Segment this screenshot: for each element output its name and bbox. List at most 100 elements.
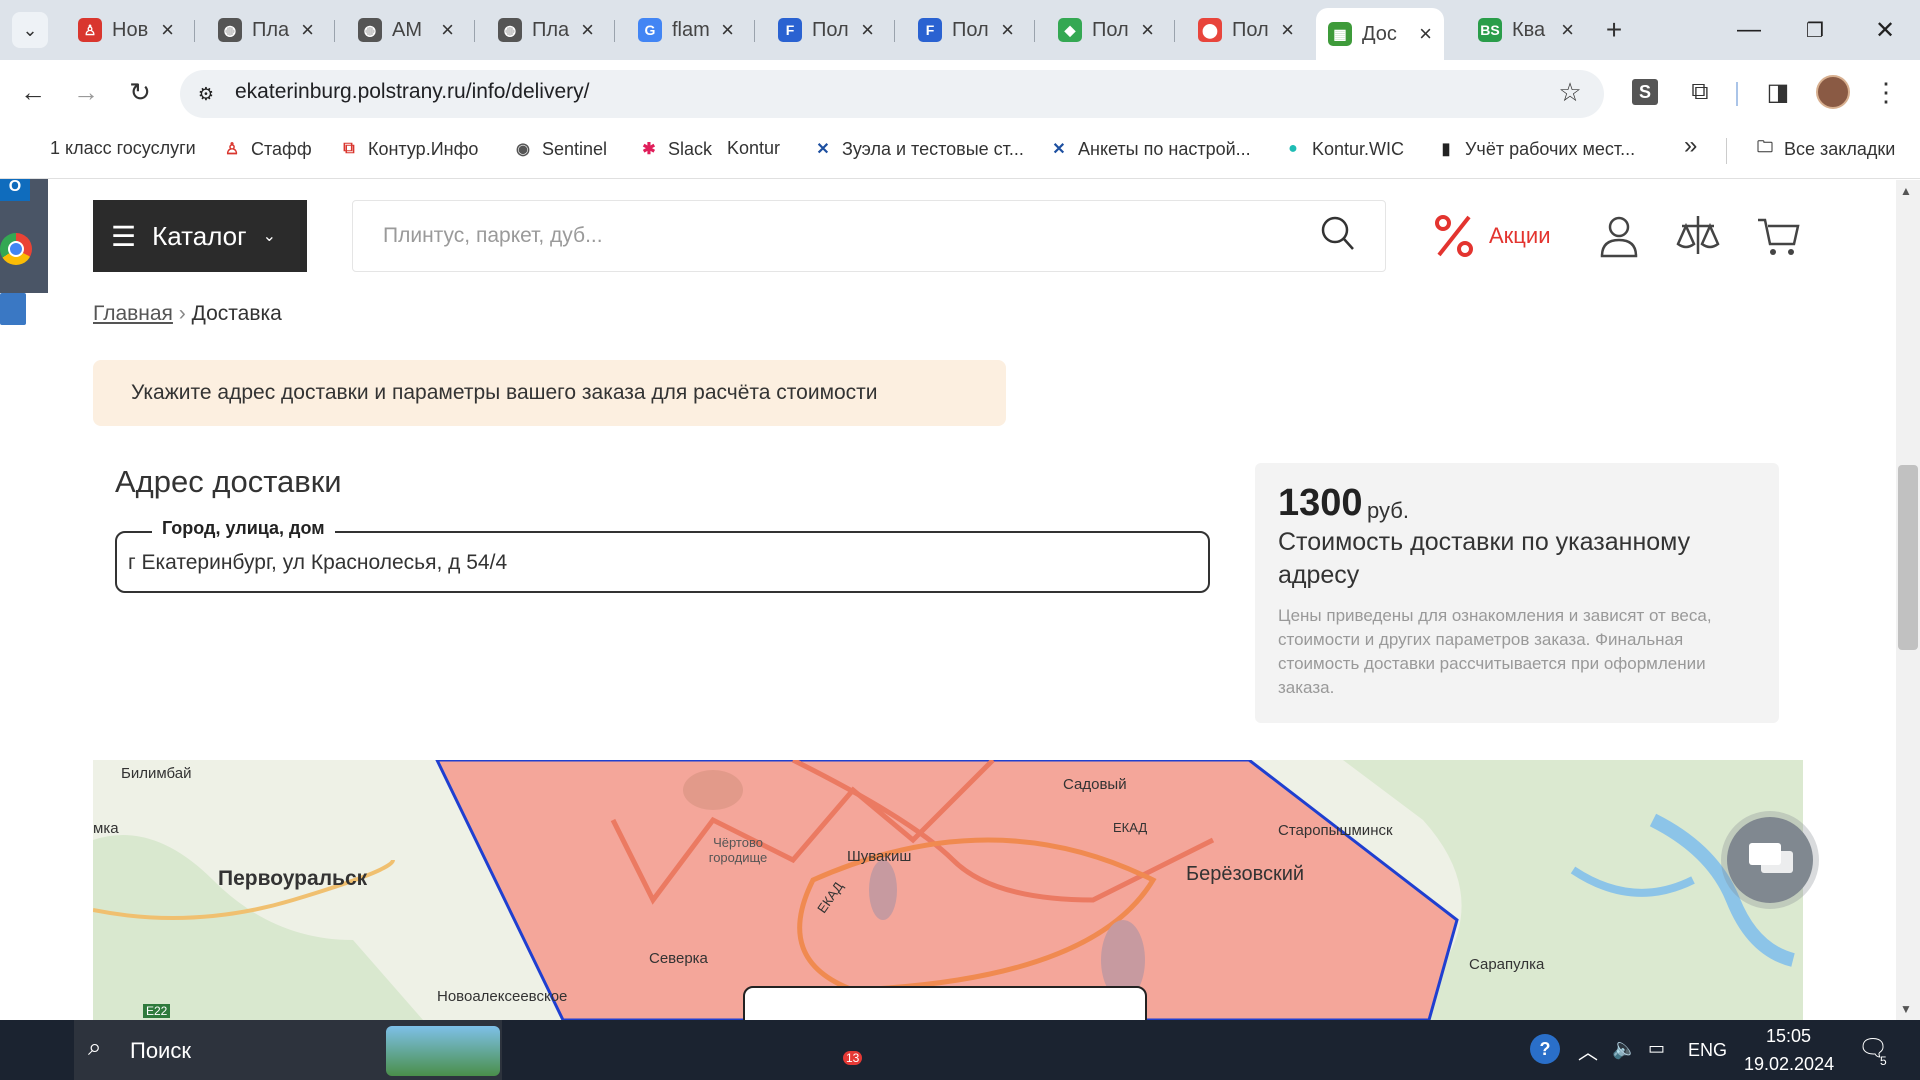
- close-icon[interactable]: ×: [1561, 17, 1574, 43]
- chat-button[interactable]: [1727, 817, 1813, 903]
- bar-chart-icon: ▮: [1441, 141, 1451, 158]
- close-icon[interactable]: ×: [1419, 21, 1432, 47]
- bookmark-ankety[interactable]: ✕ Анкеты по настрой...: [1048, 138, 1250, 160]
- bookmark-zuela[interactable]: ✕ Зуэла и тестовые ст...: [812, 138, 1024, 160]
- bookmark-staff[interactable]: ♙ Стафф: [221, 138, 312, 160]
- sentinel-icon: ◉: [516, 141, 530, 158]
- toolbar-divider: [1736, 82, 1738, 106]
- taskbar-search-label: Поиск: [130, 1038, 191, 1063]
- address-field-value[interactable]: г Екатеринбург, ул Краснолесья, д 54/4: [128, 551, 507, 575]
- bookmark-star-icon[interactable]: ☆: [1550, 72, 1590, 112]
- search-icon[interactable]: [1320, 214, 1356, 259]
- user-icon[interactable]: [1598, 214, 1640, 263]
- clock-time[interactable]: 15:05: [1766, 1026, 1811, 1047]
- minimize-button[interactable]: —: [1724, 10, 1774, 50]
- all-bookmarks-button[interactable]: 🗀 Все закладки: [1754, 138, 1895, 160]
- close-icon[interactable]: ×: [721, 17, 734, 43]
- bookmarks-divider: [1726, 138, 1727, 164]
- extension-s-icon[interactable]: S: [1625, 72, 1665, 112]
- promo-link[interactable]: Акции: [1433, 213, 1550, 259]
- browser-menu-icon[interactable]: ⋮: [1866, 72, 1906, 112]
- close-icon[interactable]: ×: [441, 17, 454, 43]
- tray-chevron-icon[interactable]: ︿: [1578, 1036, 1598, 1065]
- breadcrumb-home-link[interactable]: Главная: [93, 302, 173, 325]
- side-panel-icon[interactable]: ◨: [1758, 72, 1798, 112]
- scroll-up-arrow[interactable]: ▲: [1900, 184, 1912, 198]
- clock-date[interactable]: 19.02.2024: [1744, 1054, 1834, 1075]
- map-popup[interactable]: [743, 986, 1147, 1020]
- url-text[interactable]: ekaterinburg.polstrany.ru/info/delivery/: [235, 80, 589, 104]
- close-icon[interactable]: ×: [1141, 17, 1154, 43]
- cart-icon[interactable]: [1756, 214, 1800, 263]
- scroll-down-arrow[interactable]: ▼: [1900, 1002, 1912, 1016]
- help-icon[interactable]: ?: [1530, 1034, 1560, 1064]
- map-label: Сарапулка: [1469, 956, 1545, 973]
- scroll-thumb[interactable]: [1898, 465, 1918, 650]
- tab-10[interactable]: BS Ква ×: [1466, 8, 1586, 52]
- restore-button[interactable]: ❐: [1790, 10, 1840, 50]
- map-label: ЕКАД: [1113, 820, 1148, 835]
- link-icon: ⧉: [343, 140, 355, 157]
- extensions-puzzle-icon[interactable]: ⧉: [1680, 72, 1720, 112]
- tab-separator: [194, 20, 195, 42]
- outlook-icon[interactable]: O: [0, 173, 48, 233]
- tab-separator: [894, 20, 895, 42]
- bookmark-kontur-info[interactable]: ⧉ Контур.Инфо: [338, 138, 478, 160]
- close-icon[interactable]: ×: [861, 17, 874, 43]
- tab-7[interactable]: ◆ Пол ×: [1046, 8, 1166, 52]
- forward-icon[interactable]: →: [66, 72, 106, 112]
- bookmark-sentinel[interactable]: ◉ Sentinel: [512, 138, 607, 160]
- bookmarks-overflow-button[interactable]: »: [1684, 132, 1697, 160]
- catalog-button[interactable]: ☰ Каталог ⌄: [93, 200, 307, 272]
- map-label: Садовый: [1063, 776, 1127, 793]
- bookmark-kontur-wic[interactable]: ● Kontur.WIC: [1282, 138, 1404, 160]
- price-note: Цены приведены для ознакомления и завися…: [1278, 606, 1712, 697]
- catalog-label: Каталог: [152, 220, 247, 251]
- close-icon[interactable]: ×: [161, 17, 174, 43]
- road-sign-label: E22: [143, 1004, 171, 1018]
- back-icon[interactable]: ←: [13, 72, 53, 112]
- tab-2[interactable]: ◍ АМ ×: [346, 8, 466, 52]
- promo-label: Акции: [1489, 223, 1551, 248]
- tab-8[interactable]: ⬤ Пол ×: [1186, 8, 1306, 52]
- tab-6[interactable]: F Пол ×: [906, 8, 1026, 52]
- address-field-label: Город, улица, дом: [152, 518, 335, 539]
- language-indicator[interactable]: ENG: [1688, 1040, 1727, 1061]
- tab-search-dropdown[interactable]: ⌄: [12, 12, 48, 48]
- delivery-map[interactable]: Билимбай мка Первоуральск Чёртово городи…: [93, 760, 1803, 1020]
- compare-icon[interactable]: [1676, 214, 1720, 263]
- tab-9[interactable]: ▦ Дос ×: [1316, 8, 1444, 60]
- chrome-icon[interactable]: [0, 233, 48, 293]
- bookmark-slack[interactable]: ✱ Slack: [638, 138, 712, 160]
- close-icon[interactable]: ×: [1001, 17, 1014, 43]
- cross-tools-icon: ✕: [816, 141, 830, 158]
- bookmark-uchet[interactable]: ▮ Учёт рабочих мест...: [1435, 138, 1636, 160]
- close-icon[interactable]: ×: [1281, 17, 1294, 43]
- tab-separator: [754, 20, 755, 42]
- doc-icon: F: [918, 18, 942, 42]
- tab-title: АМ: [392, 18, 422, 41]
- site-info-icon[interactable]: ⚙: [192, 80, 220, 108]
- slack-icon: ✱: [642, 141, 656, 158]
- tab-0[interactable]: ♙ Нов ×: [66, 8, 186, 52]
- volume-icon[interactable]: 🔈: [1612, 1036, 1637, 1061]
- reload-icon[interactable]: ↻: [120, 72, 160, 112]
- tab-title: Пол: [952, 18, 989, 41]
- tab-title: Пла: [532, 18, 570, 41]
- person-icon: ♙: [224, 141, 240, 158]
- calculator-icon[interactable]: [0, 293, 1920, 325]
- tab-5[interactable]: F Пол ×: [766, 8, 886, 52]
- bookmark-gosuslugi[interactable]: 1 класс госуслуги: [50, 138, 196, 159]
- maps-icon: ◆: [1058, 18, 1082, 42]
- tab-4[interactable]: Gflam ×: [626, 8, 746, 52]
- tab-3[interactable]: ◍ Пла ×: [486, 8, 606, 52]
- tab-1[interactable]: ◍ Пла ×: [206, 8, 326, 52]
- tab-title: Пол: [812, 18, 849, 41]
- battery-icon[interactable]: ▭: [1648, 1038, 1665, 1059]
- close-window-button[interactable]: ✕: [1860, 10, 1910, 50]
- bookmark-kontur[interactable]: Kontur: [727, 138, 780, 159]
- close-icon[interactable]: ×: [581, 17, 594, 43]
- profile-avatar[interactable]: [1813, 72, 1853, 112]
- close-icon[interactable]: ×: [301, 17, 314, 43]
- new-tab-button[interactable]: +: [1596, 12, 1632, 48]
